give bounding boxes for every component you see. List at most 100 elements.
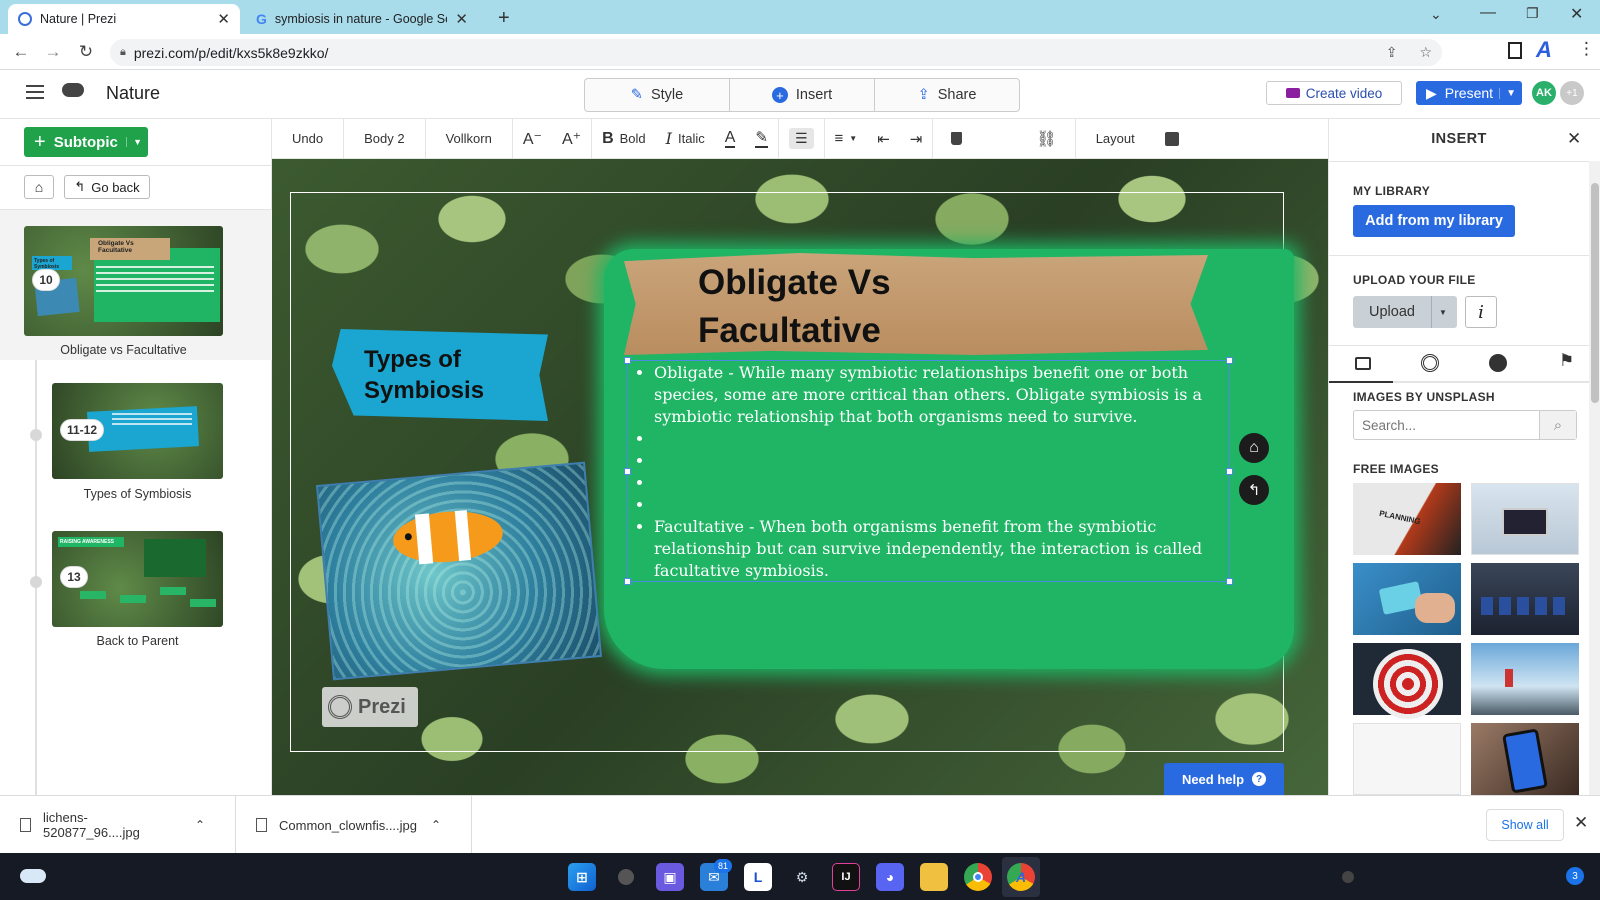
teams-icon[interactable]: ▣	[656, 863, 684, 891]
align-button[interactable]: ≡ ▼	[825, 119, 868, 159]
file-explorer-icon[interactable]	[920, 863, 948, 891]
search-icon[interactable]: ⌕	[1539, 411, 1576, 439]
close-downloads-icon[interactable]: ✕	[1574, 813, 1588, 833]
download-item[interactable]: lichens-520877_96....jpg ⌃	[0, 796, 236, 854]
panel-scrollbar[interactable]	[1589, 161, 1600, 795]
resize-handle[interactable]	[624, 357, 631, 364]
slide-title[interactable]: Obligate Vs Facultative	[698, 259, 891, 355]
side-title[interactable]: Types of Symbiosis	[364, 344, 484, 406]
indent-button[interactable]: ⇥	[900, 119, 933, 159]
tab-prezi[interactable]: Nature | Prezi ✕	[8, 4, 240, 34]
go-back-button[interactable]: ↰ Go back	[64, 175, 150, 199]
close-window-icon[interactable]: ✕	[1570, 4, 1583, 24]
notification-count[interactable]: 3	[1566, 867, 1584, 885]
image-search-input[interactable]	[1354, 412, 1539, 438]
steam-icon[interactable]: ⚙	[788, 863, 816, 891]
canvas-home-button[interactable]: ⌂	[1239, 433, 1269, 463]
network-icon[interactable]	[1342, 871, 1354, 883]
flag-category-icon[interactable]: ⚑	[1559, 351, 1574, 371]
images-category-icon[interactable]	[1355, 357, 1371, 370]
minimize-icon[interactable]: —	[1480, 4, 1496, 22]
search-taskbar-icon[interactable]	[612, 863, 640, 891]
show-all-button[interactable]: Show all	[1486, 809, 1564, 841]
free-image-blank[interactable]	[1353, 723, 1461, 795]
upload-info-button[interactable]: i	[1465, 296, 1497, 328]
close-panel-icon[interactable]: ✕	[1567, 129, 1581, 149]
share-page-icon[interactable]: ⇪	[1386, 44, 1398, 61]
free-image-card[interactable]	[1353, 563, 1461, 635]
maximize-icon[interactable]: ❐	[1526, 5, 1539, 22]
bullet-list[interactable]: Obligate - While many symbiotic relation…	[654, 362, 1214, 582]
back-icon[interactable]: ←	[10, 41, 32, 63]
bullet-list-button[interactable]: ☰	[779, 119, 824, 159]
clownfish-image[interactable]	[315, 461, 603, 681]
home-button[interactable]: ⌂	[24, 175, 54, 199]
free-image-phone[interactable]	[1471, 723, 1579, 795]
share-button[interactable]: ⇪ Share	[875, 79, 1019, 111]
free-image-mountain[interactable]	[1471, 643, 1579, 715]
weather-cloud-icon[interactable]	[20, 869, 46, 883]
resize-handle[interactable]	[624, 468, 631, 475]
free-image-planning[interactable]: PLANNING	[1353, 483, 1461, 555]
launcher-l-icon[interactable]: L	[744, 863, 772, 891]
presentation-title[interactable]: Nature	[106, 83, 160, 104]
extension-a-icon[interactable]: A	[1536, 37, 1552, 63]
chrome-profile-icon[interactable]: A	[1007, 863, 1035, 891]
upload-button[interactable]: Upload ▼	[1353, 296, 1457, 328]
text-style-select[interactable]: Body 2	[344, 119, 424, 159]
add-from-library-button[interactable]: Add from my library	[1353, 205, 1515, 237]
avatar-more[interactable]: +1	[1560, 81, 1584, 105]
layout-button[interactable]: Layout	[1076, 119, 1155, 159]
slide-caption[interactable]: Back to Parent	[52, 634, 223, 648]
free-image-laptop[interactable]	[1471, 483, 1579, 555]
present-button[interactable]: ▶ Present ▼	[1416, 81, 1522, 105]
insert-button[interactable]: + Insert	[730, 79, 875, 111]
increase-font-button[interactable]: A⁺	[552, 119, 591, 159]
free-image-team[interactable]	[1471, 563, 1579, 635]
ide-icon[interactable]: IJ	[832, 863, 860, 891]
download-item[interactable]: Common_clownfis....jpg ⌃	[236, 796, 472, 854]
bold-button[interactable]: B Bold	[592, 119, 656, 159]
hamburger-menu-icon[interactable]	[26, 85, 44, 99]
globe-category-icon[interactable]	[1489, 354, 1507, 372]
free-image-dartboard[interactable]	[1353, 643, 1461, 719]
forward-icon[interactable]: →	[42, 41, 64, 63]
resize-handle[interactable]	[1226, 357, 1233, 364]
icons-category-icon[interactable]	[1421, 354, 1439, 372]
decrease-font-button[interactable]: A⁻	[513, 119, 552, 159]
style-button[interactable]: ✎ Style	[585, 79, 730, 111]
delete-button[interactable]	[933, 119, 980, 159]
font-select[interactable]: Vollkorn	[426, 119, 512, 159]
bookmark-star-icon[interactable]: ☆	[1419, 44, 1432, 61]
undo-button[interactable]: Undo	[272, 119, 343, 159]
chevron-up-icon[interactable]: ⌃	[431, 818, 441, 832]
chevron-up-icon[interactable]: ⌃	[195, 818, 205, 832]
resize-handle[interactable]	[1226, 468, 1233, 475]
need-help-button[interactable]: Need help ?	[1164, 763, 1284, 795]
canvas-back-button[interactable]: ↰	[1239, 475, 1269, 505]
sidebar-toggle-icon[interactable]	[1508, 42, 1522, 59]
url-field[interactable]: 🔒︎ prezi.com/p/edit/kxs5k8e9zkko/ ⇪ ☆	[110, 39, 1442, 66]
subtopic-button[interactable]: + Subtopic ▼	[24, 127, 148, 157]
image-search-field[interactable]: ⌕	[1353, 410, 1577, 440]
tab-search-icon[interactable]: ⌄	[1430, 6, 1442, 23]
discord-icon[interactable]: ◕	[876, 863, 904, 891]
slide-caption[interactable]: Obligate vs Facultative	[24, 343, 223, 357]
reload-icon[interactable]: ↻	[75, 41, 97, 63]
menu-dots-icon[interactable]: ⋮	[1578, 39, 1595, 59]
present-dropdown-icon[interactable]: ▼	[1499, 87, 1522, 99]
tab-google[interactable]: G symbiosis in nature - Google Sea ✕	[246, 4, 478, 34]
start-icon[interactable]: ⊞	[568, 863, 596, 891]
avatar[interactable]: AK	[1532, 81, 1556, 105]
close-tab-icon[interactable]: ✕	[217, 10, 230, 28]
create-video-button[interactable]: Create video	[1266, 81, 1402, 105]
chrome-icon[interactable]	[964, 863, 992, 891]
resize-handle[interactable]	[624, 578, 631, 585]
text-color-button[interactable]: A	[715, 119, 746, 159]
slide-canvas[interactable]: Obligate Vs Facultative Types of Symbios…	[272, 159, 1328, 795]
notes-button[interactable]	[1155, 119, 1189, 159]
new-tab-icon[interactable]: +	[498, 7, 510, 30]
highlight-button[interactable]: ✎	[745, 119, 778, 159]
close-tab-icon[interactable]: ✕	[455, 10, 468, 28]
slide-caption[interactable]: Types of Symbiosis	[52, 487, 223, 501]
